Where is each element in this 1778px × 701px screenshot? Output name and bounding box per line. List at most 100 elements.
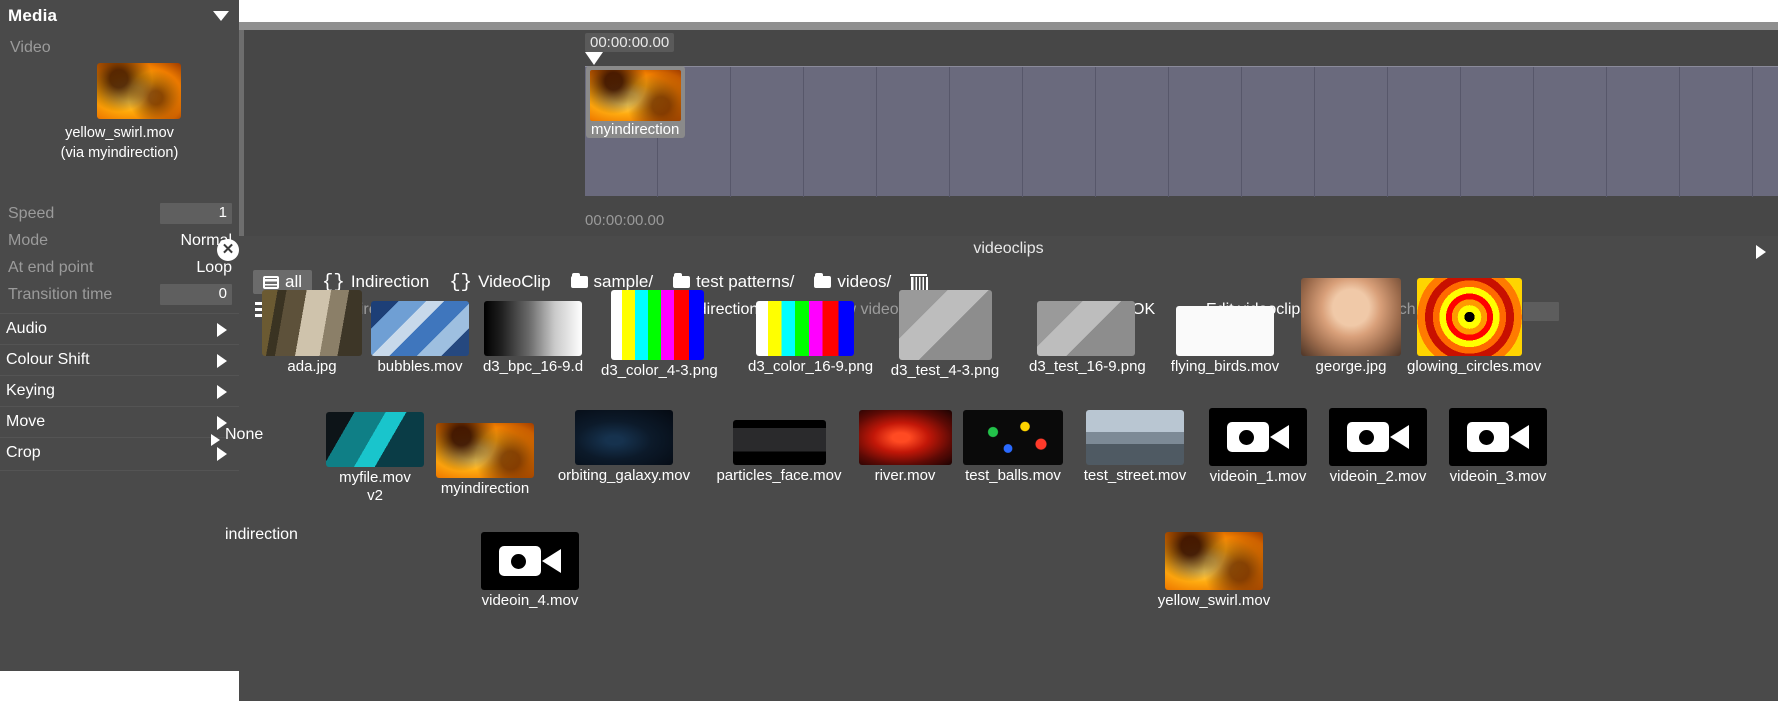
list-item[interactable]: particles_face.mov (709, 420, 849, 485)
media-thumbnail (1329, 408, 1427, 466)
media-item-name: bubbles.mov (366, 358, 474, 376)
accordion-label: Keying (6, 382, 55, 400)
video-media-row: Video yellow_swirl.mov (via myindirectio… (0, 31, 239, 143)
media-thumbnail (1037, 301, 1135, 356)
list-item[interactable]: test_street.mov (1079, 410, 1191, 485)
media-item-name: d3_bpc_16-9.d (479, 358, 587, 376)
media-thumbnail (859, 410, 952, 465)
timeline-track[interactable] (585, 66, 1778, 196)
property-row-speed: Speed 1 (0, 200, 239, 227)
media-properties-panel: Media Video yellow_swirl.mov (via myindi… (0, 0, 239, 701)
media-item-name: yellow_swirl.mov (1149, 592, 1279, 610)
media-thumbnail (611, 290, 704, 360)
speed-field[interactable]: 1 (160, 203, 232, 224)
media-item-name: test_street.mov (1079, 467, 1191, 485)
media-item-name: videoin_1.mov (1204, 468, 1312, 486)
media-item-name: videoin_2.mov (1324, 468, 1432, 486)
list-item[interactable]: bubbles.mov (366, 301, 474, 376)
list-item[interactable]: videoin_1.mov (1204, 408, 1312, 486)
media-item-name: particles_face.mov (709, 467, 849, 485)
list-item[interactable]: d3_color_4-3.png (601, 290, 713, 380)
property-row-at-end-point: At end point Loop (0, 254, 239, 281)
accordion-label: Audio (6, 320, 47, 338)
list-item[interactable]: videoin_2.mov (1324, 408, 1432, 486)
browser-titlebar: ✕ videoclips (239, 236, 1778, 267)
sidebar-item-move[interactable]: Move (0, 406, 239, 437)
media-thumbnail (1417, 278, 1522, 356)
page-title: Media (8, 6, 57, 26)
panel-header: Media (0, 0, 239, 31)
property-label: Mode (8, 232, 48, 250)
media-grid: None indirection ada.jpg bubbles.mov d3_… (239, 286, 1778, 632)
timeline-clip[interactable]: myindirection (586, 66, 685, 138)
speed-value: 1 (219, 204, 227, 221)
accordion-label: Crop (6, 444, 41, 462)
close-icon[interactable]: ✕ (217, 239, 239, 261)
timeline-left-scrollbar[interactable] (239, 30, 244, 236)
left-panel-empty-area (0, 470, 239, 671)
video-camera-icon (499, 546, 561, 576)
media-item-name: d3_color_4-3.png (601, 362, 713, 380)
list-item[interactable]: glowing_circles.mov (1407, 278, 1531, 376)
media-row-2: myfile.mov v2 myindirection orbiting_gal… (239, 412, 1778, 522)
list-item[interactable]: videoin_4.mov (476, 532, 584, 610)
list-item[interactable]: d3_bpc_16-9.d (479, 301, 587, 376)
list-item[interactable]: orbiting_galaxy.mov (549, 410, 699, 485)
sidebar-item-colour-shift[interactable]: Colour Shift (0, 344, 239, 375)
list-item[interactable]: ada.jpg (258, 290, 366, 376)
playhead-marker-icon[interactable] (585, 52, 603, 65)
chevron-right-icon (217, 385, 227, 399)
list-item[interactable]: myindirection (433, 423, 537, 498)
timeline-panel: 00:00:00.00 myindirection 00:00:00.00 (239, 30, 1778, 236)
media-thumbnail (899, 290, 992, 360)
property-label: At end point (8, 259, 93, 277)
sidebar-item-keying[interactable]: Keying (0, 375, 239, 406)
list-item[interactable]: flying_birds.mov (1169, 306, 1281, 376)
list-item[interactable]: river.mov (859, 410, 951, 485)
video-thumbnail[interactable] (97, 63, 181, 119)
media-thumbnail (1209, 408, 1307, 466)
media-thumbnail (756, 301, 854, 356)
media-thumbnail (1449, 408, 1547, 466)
at-end-point-value[interactable]: Loop (196, 259, 232, 277)
top-white-strip (239, 0, 1778, 22)
expand-none-arrow-icon[interactable] (211, 434, 220, 446)
timeline-timecode-top: 00:00:00.00 (585, 33, 674, 52)
media-thumbnail (1086, 410, 1184, 465)
chevron-down-icon[interactable] (213, 11, 229, 21)
top-scroll-bar[interactable] (239, 22, 1778, 30)
transition-time-field[interactable]: 0 (160, 284, 232, 305)
list-item[interactable]: test_balls.mov (959, 410, 1067, 485)
media-item-name: ada.jpg (258, 358, 366, 376)
media-item-name: videoin_3.mov (1444, 468, 1552, 486)
media-thumbnail (484, 301, 582, 356)
media-thumbnail (733, 420, 826, 465)
chevron-right-icon (217, 447, 227, 461)
media-item-name: flying_birds.mov (1169, 358, 1281, 376)
videoclip-browser: ✕ videoclips all {} Indirection {} Video… (239, 236, 1778, 701)
list-item[interactable]: myfile.mov v2 (323, 412, 427, 504)
list-item[interactable]: d3_color_16-9.png (748, 301, 862, 376)
media-item-name: d3_color_16-9.png (748, 358, 862, 376)
list-item[interactable]: yellow_swirl.mov (1149, 532, 1279, 610)
media-thumbnail (436, 423, 534, 478)
timeline-clip-name: myindirection (590, 121, 681, 139)
sidebar-item-crop[interactable]: Crop (0, 437, 239, 468)
media-item-name: george.jpg (1297, 358, 1405, 376)
list-item[interactable]: d3_test_4-3.png (889, 290, 1001, 380)
sidebar-item-audio[interactable]: Audio (0, 313, 239, 344)
media-item-name: orbiting_galaxy.mov (549, 467, 699, 485)
media-item-name: glowing_circles.mov (1407, 358, 1531, 376)
media-thumbnail (1301, 278, 1401, 356)
chevron-right-icon[interactable] (1756, 245, 1766, 259)
timeline-clip-thumbnail (590, 70, 681, 121)
list-item[interactable]: videoin_3.mov (1444, 408, 1552, 486)
media-item-name: videoin_4.mov (476, 592, 584, 610)
list-item[interactable]: d3_test_16-9.png (1029, 301, 1143, 376)
media-thumbnail (1165, 532, 1263, 590)
list-item[interactable]: george.jpg (1297, 278, 1405, 376)
media-item-name: d3_test_4-3.png (889, 362, 1001, 380)
video-camera-icon (1227, 422, 1289, 452)
app-root: Media Video yellow_swirl.mov (via myindi… (0, 0, 1778, 701)
media-item-name: river.mov (859, 467, 951, 485)
